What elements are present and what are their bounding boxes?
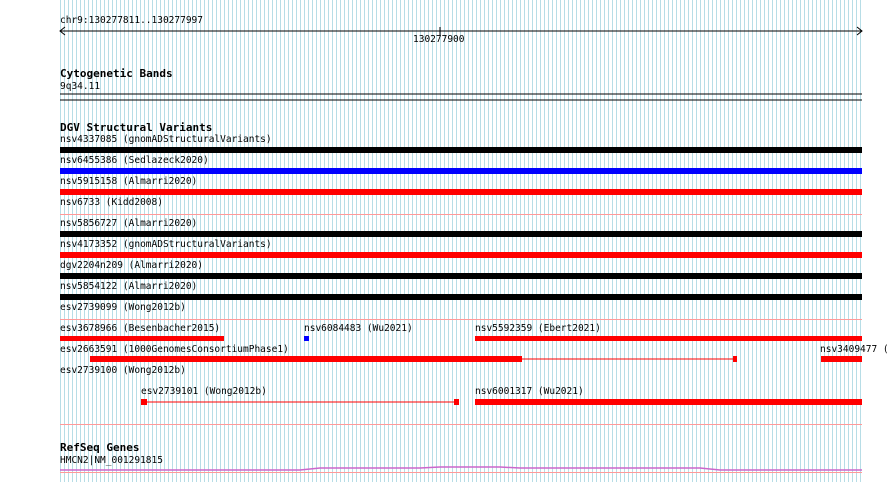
sv-bar xyxy=(60,252,862,258)
sv-bar xyxy=(141,399,147,405)
sv-bar xyxy=(733,356,737,362)
feature-label[interactable]: nsv5854122 (Almarri2020) xyxy=(60,281,197,292)
sv-bar xyxy=(60,294,862,300)
sv-bar xyxy=(821,356,862,362)
feature-label[interactable]: dgv2204n209 (Almarri2020) xyxy=(60,260,203,271)
feature-label[interactable]: esv2663591 (1000GenomesConsortiumPhase1) xyxy=(60,344,289,355)
sv-bar xyxy=(454,399,459,405)
feature-label[interactable]: nsv4337085 (gnomADStructuralVariants) xyxy=(60,134,272,145)
feature-label[interactable]: nsv6455386 (Sedlazeck2020) xyxy=(60,155,209,166)
refseq-track-title[interactable]: RefSeq Genes xyxy=(60,441,139,454)
feature-label[interactable]: esv2739101 (Wong2012b) xyxy=(141,386,267,397)
feature-label[interactable]: nsv3409477 ( xyxy=(820,344,889,355)
feature-label[interactable]: nsv6084483 (Wu2021) xyxy=(304,323,413,334)
ruler-tick-label: 130277900 xyxy=(413,34,465,45)
feature-label[interactable]: nsv6733 (Kidd2008) xyxy=(60,197,163,208)
sv-bar xyxy=(475,336,862,341)
sv-bar xyxy=(475,399,862,405)
ruler-range-label: chr9:130277811..130277997 xyxy=(60,15,203,26)
feature-label[interactable]: esv2739100 (Wong2012b) xyxy=(60,365,186,376)
cytogenetic-track-title[interactable]: Cytogenetic Bands xyxy=(60,67,173,80)
feature-label[interactable]: nsv4173352 (gnomADStructuralVariants) xyxy=(60,239,272,250)
feature-label[interactable]: nsv5915158 (Almarri2020) xyxy=(60,176,197,187)
sv-bar xyxy=(60,273,862,279)
sv-bar xyxy=(60,168,862,174)
gene-model-line xyxy=(60,466,862,471)
feature-label[interactable]: esv3678966 (Besenbacher2015) xyxy=(60,323,220,334)
sv-bar xyxy=(60,189,862,195)
sv-bar xyxy=(60,147,862,153)
dgv-track-title[interactable]: DGV Structural Variants xyxy=(60,121,212,134)
sv-bar xyxy=(60,336,224,341)
sv-bar xyxy=(60,231,862,237)
gene-label[interactable]: HMCN2|NM_001291815 xyxy=(60,455,163,466)
gene-glyphs[interactable] xyxy=(60,466,862,471)
feature-label[interactable]: nsv5592359 (Ebert2021) xyxy=(475,323,601,334)
feature-label[interactable]: esv2739099 (Wong2012b) xyxy=(60,302,186,313)
sv-bar xyxy=(90,356,522,362)
sv-bar xyxy=(304,336,309,341)
feature-label[interactable]: nsv5856727 (Almarri2020) xyxy=(60,218,197,229)
feature-label[interactable]: nsv6001317 (Wu2021) xyxy=(475,386,584,397)
cytoband-label[interactable]: 9q34.11 xyxy=(60,81,100,92)
